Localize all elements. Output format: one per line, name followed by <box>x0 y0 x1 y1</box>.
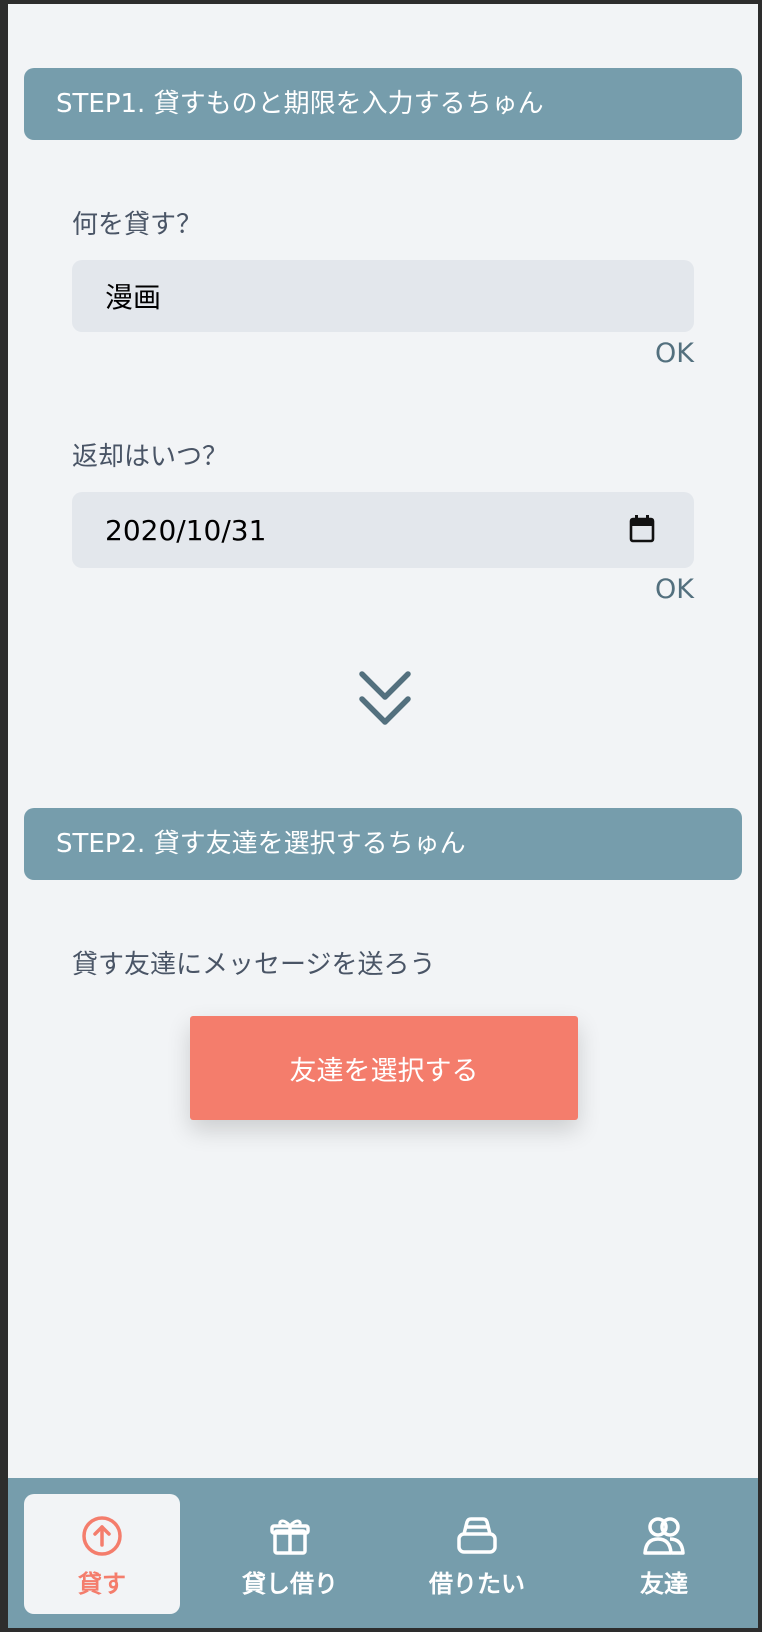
date-input-value: 2020/10/31 <box>105 513 267 547</box>
message-text: 貸す友達にメッセージを送ろう <box>72 950 436 980</box>
nav-label-lend: 貸す <box>78 1570 126 1598</box>
item-input[interactable]: 漫画 <box>72 260 694 332</box>
nav-item-lend-borrow[interactable]: 貸し借り <box>212 1494 368 1614</box>
step2-header: STEP2. 貸す友達を選択するちゅん <box>24 808 742 880</box>
calendar-icon[interactable] <box>628 514 656 544</box>
users-icon <box>643 1517 685 1555</box>
step1-header: STEP1. 貸すものと期限を入力するちゅん <box>24 68 742 140</box>
date-ok-text: OK <box>655 574 694 605</box>
nav-item-want-borrow[interactable]: 借りたい <box>399 1494 555 1614</box>
item-ok-text: OK <box>655 338 694 369</box>
bottom-nav: 貸す 貸し借り 借りたい 友達 <box>8 1478 758 1628</box>
item-label: 何を貸す？ <box>72 210 203 240</box>
nav-item-lend[interactable]: 貸す <box>24 1494 180 1614</box>
date-input[interactable]: 2020/10/31 <box>72 492 694 568</box>
item-input-value: 漫画 <box>105 281 162 314</box>
app-screen: STEP1. 貸すものと期限を入力するちゅん 何を貸す？ 漫画 OK 返却はいつ… <box>8 4 758 1628</box>
select-friend-button[interactable]: 友達を選択する <box>190 1016 578 1120</box>
arrow-up-circle-icon <box>82 1516 122 1556</box>
nav-label-lend-borrow: 貸し借り <box>242 1570 338 1598</box>
nav-label-friends: 友達 <box>640 1570 688 1598</box>
gift-icon <box>270 1519 310 1555</box>
nav-label-want-borrow: 借りたい <box>429 1570 525 1598</box>
nav-item-friends[interactable]: 友達 <box>586 1494 742 1614</box>
inbox-icon <box>457 1517 497 1554</box>
double-chevron-down-icon <box>359 671 411 725</box>
date-label: 返却はいつ？ <box>72 442 229 472</box>
